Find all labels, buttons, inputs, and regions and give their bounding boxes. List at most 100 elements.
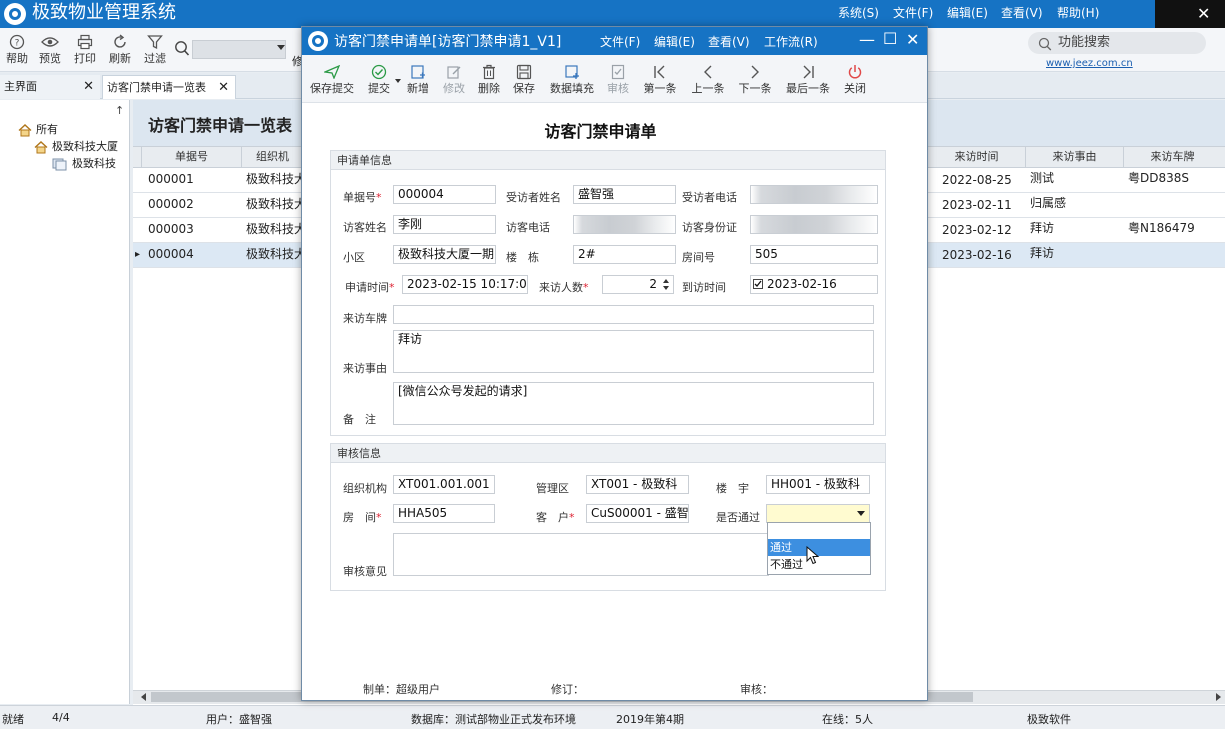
house-field[interactable]: HHA505 <box>393 504 495 523</box>
dialog-menu-file[interactable]: 文件(F) <box>600 33 640 50</box>
window-controls <box>1155 0 1225 28</box>
tree-node-company[interactable]: 极致科技 <box>52 156 116 172</box>
col-header-no[interactable]: 单据号 <box>141 146 241 168</box>
dialog-menu-view[interactable]: 查看(V) <box>708 33 750 50</box>
delete-button[interactable]: 删除 <box>473 62 505 96</box>
apply-time-field[interactable]: 2023-02-15 10:17:00 <box>402 275 528 294</box>
cell-reason: 归属感 <box>1030 196 1067 210</box>
print-button[interactable]: 打印 <box>68 32 102 66</box>
required-mark: * <box>389 281 395 294</box>
refresh-button[interactable]: 刷新 <box>103 32 137 66</box>
col-header-plate[interactable]: 来访车牌 <box>1123 146 1221 168</box>
preview-button[interactable]: 预览 <box>33 32 67 66</box>
arrive-time-field[interactable]: 2023-02-16 <box>750 275 878 294</box>
chevron-down-icon[interactable] <box>857 511 865 516</box>
cell-org: 极致科技大 <box>246 197 302 211</box>
stepper-down-icon[interactable] <box>663 286 669 290</box>
svg-text:?: ? <box>15 39 20 49</box>
filter-button[interactable]: 过滤 <box>138 32 172 66</box>
next-record-button[interactable]: 下一条 <box>735 62 775 96</box>
tab-visitor-list-close-icon[interactable]: ✕ <box>218 76 229 100</box>
col-header-visit-time[interactable]: 来访时间 <box>927 146 1025 168</box>
next-icon <box>735 62 775 82</box>
label-room: 房间号 <box>682 251 715 264</box>
tree-node-building[interactable]: 极致科技大厦 <box>34 139 118 155</box>
org-field[interactable]: XT001.001.001 - <box>393 475 495 494</box>
last-record-button[interactable]: 最后一条 <box>782 62 834 96</box>
scroll-left-icon[interactable] <box>141 693 146 701</box>
label-text: 单据号 <box>343 191 376 204</box>
dialog-close-icon[interactable]: ✕ <box>906 30 919 49</box>
close-button[interactable]: 关闭 <box>839 62 871 96</box>
customer-field[interactable]: CuS00001 - 盛智 <box>586 504 689 523</box>
preview-label: 预览 <box>39 52 61 65</box>
menu-file[interactable]: 文件(F) <box>893 4 933 22</box>
room-field[interactable]: 505 <box>750 245 878 264</box>
tab-home[interactable]: 主界面 ✕ <box>0 75 100 99</box>
visitor-count-stepper[interactable]: 2 <box>602 275 674 294</box>
visitor-name-field[interactable]: 李刚 <box>393 215 496 234</box>
submit-button[interactable]: 提交 <box>362 62 396 96</box>
approved-select[interactable] <box>766 504 870 523</box>
prev-record-button[interactable]: 上一条 <box>688 62 728 96</box>
status-user: 用户：盛智强 <box>206 713 272 726</box>
stepper-up-icon[interactable] <box>663 279 669 283</box>
visitor-phone-field-redacted[interactable] <box>573 215 676 234</box>
dialog-maximize-icon[interactable]: ☐ <box>883 29 897 48</box>
tree-node-label: 所有 <box>36 123 58 136</box>
label-mgmt-area: 管理区 <box>536 482 569 495</box>
app-logo-icon <box>4 3 26 25</box>
audit-button[interactable]: 审核 <box>602 62 634 96</box>
add-button[interactable]: 新增 <box>402 62 434 96</box>
opinion-textarea[interactable] <box>393 533 769 576</box>
plate-field[interactable] <box>393 305 874 324</box>
tree-node-all[interactable]: 所有 <box>18 122 58 138</box>
refresh-label: 刷新 <box>109 52 131 65</box>
tab-home-close-icon[interactable]: ✕ <box>83 75 94 99</box>
function-search-input[interactable]: 功能搜索 <box>1028 32 1206 54</box>
save-button[interactable]: 保存 <box>508 62 540 96</box>
modify-button[interactable]: 修改 <box>438 62 470 96</box>
label-tower: 楼 宇 <box>716 482 749 495</box>
dialog-menu-edit[interactable]: 编辑(E) <box>654 33 695 50</box>
scroll-right-icon[interactable] <box>1216 693 1221 701</box>
visitor-id-field-redacted[interactable] <box>750 215 878 234</box>
reason-textarea[interactable]: 拜访 <box>393 330 874 373</box>
col-header-org[interactable]: 组织机 <box>241 146 303 168</box>
building-field[interactable]: 2# <box>573 245 676 264</box>
dialog-menu-workflow[interactable]: 工作流(R) <box>764 33 818 50</box>
menu-help[interactable]: 帮助(H) <box>1057 4 1099 22</box>
window-close-icon[interactable]: ✕ <box>1197 5 1210 23</box>
toolbar-search-input[interactable] <box>192 40 286 59</box>
filter-icon <box>138 32 172 52</box>
menu-system[interactable]: 系统(S) <box>838 4 879 22</box>
save-submit-button[interactable]: 保存提交 <box>308 62 356 96</box>
first-record-button[interactable]: 第一条 <box>640 62 680 96</box>
dialog-minimize-icon[interactable]: — <box>859 30 875 49</box>
menu-edit[interactable]: 编辑(E) <box>947 4 988 22</box>
label-visitor-name: 访客姓名 <box>343 221 387 234</box>
arrive-time-checkbox[interactable] <box>753 279 763 289</box>
tower-field[interactable]: HH001 - 极致科 <box>766 475 870 494</box>
community-field[interactable]: 极致科技大厦一期 <box>393 245 496 264</box>
remark-textarea[interactable]: [微信公众号发起的请求] <box>393 382 874 425</box>
submit-dropdown-icon[interactable] <box>395 79 401 83</box>
mgmt-area-field[interactable]: XT001 - 极致科 <box>586 475 689 494</box>
footer-modifier: 修订： <box>551 683 584 696</box>
website-link[interactable]: www.jeez.com.cn <box>1046 58 1133 69</box>
menu-view[interactable]: 查看(V) <box>1001 4 1043 22</box>
first-record-label: 第一条 <box>643 82 677 95</box>
search-dropdown-icon[interactable] <box>277 45 285 50</box>
doc-no-field[interactable]: 000004 <box>393 185 496 204</box>
save-submit-label: 保存提交 <box>310 82 354 95</box>
close-label: 关闭 <box>844 82 866 95</box>
edit-icon <box>438 62 470 82</box>
col-header-reason[interactable]: 来访事由 <box>1025 146 1123 168</box>
help-button[interactable]: ? 帮助 <box>0 32 34 66</box>
label-apply-time: 申请时间* <box>345 279 395 295</box>
tab-visitor-list[interactable]: 访客门禁申请一览表 ✕ <box>102 75 236 99</box>
pin-icon[interactable]: ↑ <box>115 104 124 117</box>
host-name-field[interactable]: 盛智强 <box>573 185 676 204</box>
data-fill-button[interactable]: 数据填充 <box>546 62 598 96</box>
host-phone-field-redacted[interactable] <box>750 185 878 204</box>
